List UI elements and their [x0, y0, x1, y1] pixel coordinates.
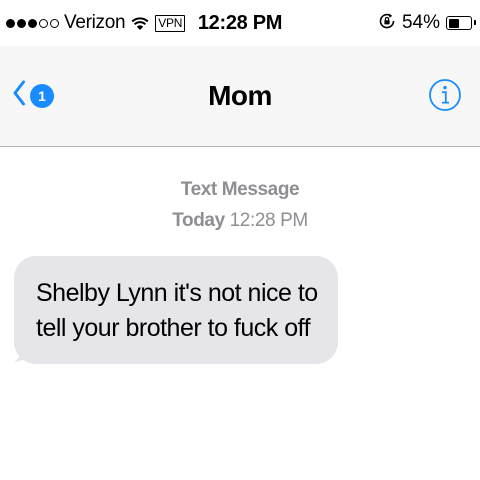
timestamp-time: 12:28 PM	[229, 210, 309, 231]
message-row: Shelby Lynn it's not nice to tell your b…	[14, 256, 338, 364]
status-bar: Verizon VPN 12:28 PM 54%	[0, 0, 480, 46]
message-type-label: Text Message	[180, 179, 300, 200]
battery-fill	[448, 18, 459, 28]
battery-icon	[446, 16, 476, 30]
message-timestamp: Today 12:28 PM	[0, 208, 480, 234]
status-right: 54%	[378, 10, 476, 36]
navigation-bar: 1 Mom	[0, 46, 480, 147]
info-icon	[429, 79, 461, 111]
battery-percent: 54%	[401, 12, 440, 33]
info-button[interactable]	[428, 78, 462, 112]
rotation-lock-icon	[378, 12, 396, 35]
incoming-message-bubble[interactable]: Shelby Lynn it's not nice to tell your b…	[14, 256, 338, 364]
contact-name[interactable]: Mom	[0, 78, 480, 114]
timestamp-day: Today	[172, 210, 225, 231]
